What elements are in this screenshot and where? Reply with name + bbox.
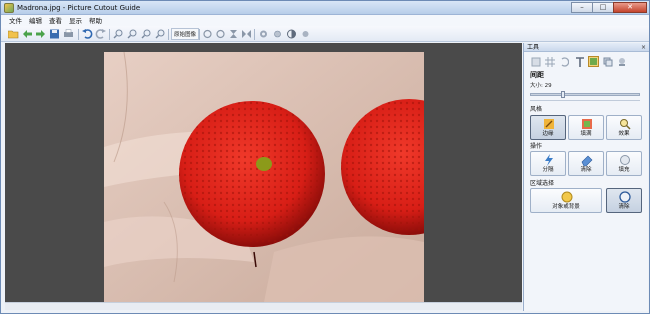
zoom-actual-icon[interactable] [155,29,166,39]
panel-header: 工具 × [524,43,649,52]
contrast-icon[interactable] [286,29,297,39]
fill-icon [581,118,593,130]
style-effect-label: 效果 [618,131,630,137]
operate-fill-label: 填充 [618,167,630,173]
section-region-title: 区域选择 [530,180,555,187]
region-clear-button[interactable]: 清除 [606,188,642,213]
madrona-photo[interactable] [104,52,424,302]
menu-help[interactable]: 帮助 [89,16,102,26]
divider [530,100,640,101]
split-lightning-icon [543,154,555,166]
undo-tool-icon[interactable] [558,56,569,67]
checkbox-tool-icon[interactable] [530,56,541,67]
flip-vertical-icon[interactable] [228,29,239,39]
menu-view[interactable]: 查看 [49,16,62,26]
region-object-background-button[interactable]: 对象或背景 [530,188,602,213]
flip-horizontal-icon[interactable] [241,29,252,39]
rotate-left-icon[interactable] [202,29,213,39]
image-canvas[interactable] [5,43,522,302]
toolbar: 原始图像 [1,26,649,42]
window-controls: – □ ✕ [571,2,647,14]
saturation-icon[interactable] [300,29,311,39]
zoom-in-icon[interactable] [113,29,124,39]
panel-title: 工具 [527,44,540,51]
style-effect-button[interactable]: 效果 [606,115,642,140]
toolbar-separator [254,29,255,40]
style-edge-button[interactable]: 边缘 [530,115,566,140]
app-icon [4,3,14,13]
zoom-out-icon[interactable] [127,29,138,39]
edge-pencil-icon [543,118,555,130]
open-folder-icon[interactable] [8,29,19,39]
menu-bar: 文件 编辑 查看 显示 帮助 [1,15,649,26]
original-image-button[interactable]: 原始图像 [171,28,200,40]
stamp-tool-icon[interactable] [616,56,627,67]
size-readout: 大小: 29 [530,83,552,89]
title-bar: Madrona.jpg - Picture Cutout Guide – □ ✕ [1,1,649,15]
section-style-title: 风格 [530,106,543,113]
minimize-button[interactable]: – [571,2,593,13]
toolbar-separator [168,29,169,40]
menu-edit[interactable]: 编辑 [29,16,42,26]
horizontal-scrollbar[interactable] [5,302,522,310]
operate-split-button[interactable]: 分隔 [530,151,566,176]
menu-file[interactable]: 文件 [9,16,22,26]
save-icon[interactable] [49,29,60,39]
operate-split-label: 分隔 [542,167,554,173]
grid-tool-icon[interactable] [544,56,555,67]
region-clear-label: 清除 [618,204,630,210]
object-background-icon [561,191,573,203]
region-object-background-label: 对象或背景 [552,204,580,210]
operate-fill-button[interactable]: 填充 [606,151,642,176]
section-operate-title: 操作 [530,143,543,150]
toolbar-separator [78,29,79,40]
cutout-tool-icon[interactable] [588,56,599,67]
size-slider-thumb[interactable] [560,91,565,98]
copy-tool-icon[interactable] [602,56,613,67]
redo-icon[interactable] [95,29,106,39]
forward-arrow-icon[interactable] [35,29,46,39]
section-spacing-title: 间距 [530,71,544,79]
back-arrow-icon[interactable] [22,29,33,39]
brightness-icon[interactable] [272,29,283,39]
text-tool-icon[interactable] [574,56,585,67]
toolbar-separator [199,29,200,40]
settings-gear-icon[interactable] [258,29,269,39]
menu-display[interactable]: 显示 [69,16,82,26]
tool-panel: 工具 × 间距 大小: 29 风格 边缘 填满 效果 操作 分隔 清除 填充 区… [523,43,649,311]
panel-close-button[interactable]: × [641,43,646,52]
clear-region-icon [619,191,631,203]
fill-circle-icon [619,154,631,166]
style-fill-label: 填满 [580,131,592,137]
toolbar-separator [109,29,110,40]
app-window: Madrona.jpg - Picture Cutout Guide – □ ✕… [0,0,650,314]
print-icon[interactable] [63,29,74,39]
rotate-right-icon[interactable] [215,29,226,39]
close-button[interactable]: ✕ [613,2,647,13]
operate-clear-button[interactable]: 清除 [568,151,604,176]
maximize-button[interactable]: □ [592,2,614,13]
style-edge-label: 边缘 [542,131,554,137]
eraser-icon [581,154,593,166]
zoom-fit-icon[interactable] [141,29,152,39]
operate-clear-label: 清除 [580,167,592,173]
effect-magnifier-icon [619,118,631,130]
window-title: Madrona.jpg - Picture Cutout Guide [17,4,141,12]
style-fill-button[interactable]: 填满 [568,115,604,140]
size-slider-track[interactable] [530,93,640,96]
undo-icon[interactable] [82,29,93,39]
